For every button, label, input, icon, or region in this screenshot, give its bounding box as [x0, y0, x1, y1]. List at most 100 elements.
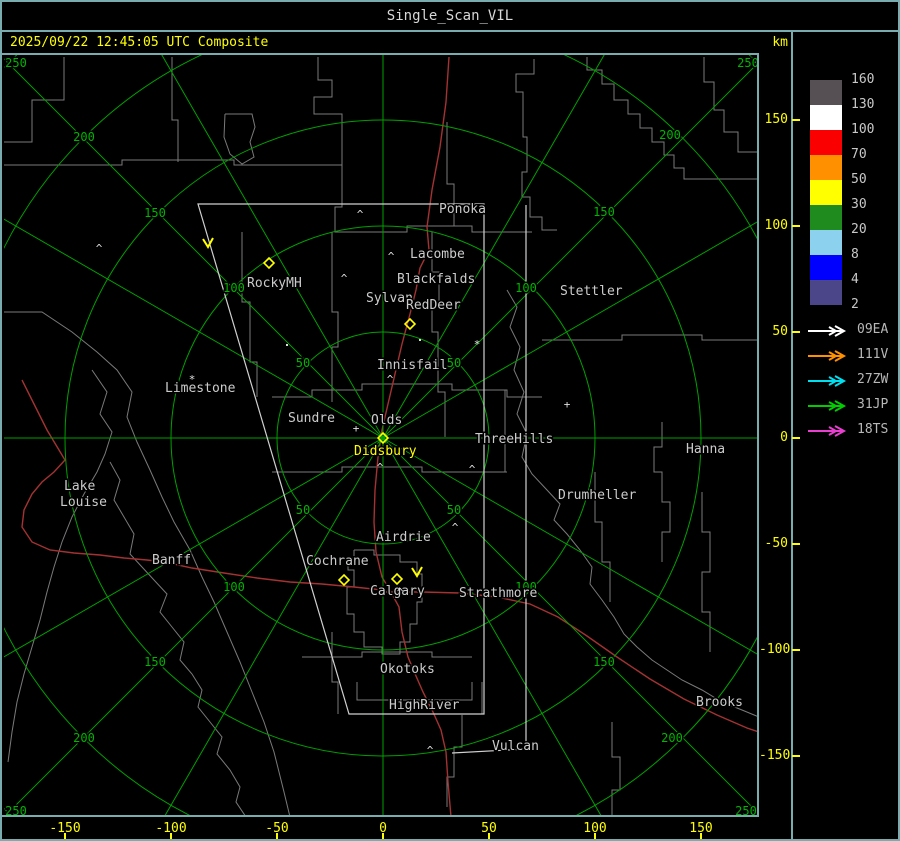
legend-scale-value: 70 [851, 147, 867, 162]
caret-marker-icon: ^ [397, 586, 404, 599]
caret-marker-icon: ^ [387, 373, 394, 386]
bottom-axis-tick [276, 833, 278, 839]
azimuth-radial-240 [164, 437, 384, 815]
legend-color-block [810, 130, 842, 155]
ring-distance-label: 50 [447, 503, 461, 517]
track-arrow-icon [808, 425, 847, 437]
right-axis-tick [792, 543, 800, 545]
legend-color-block [810, 80, 842, 105]
town-label: Cochrane [306, 554, 369, 569]
scan-timestamp: 2025/09/22 12:45:05 UTC Composite [10, 35, 269, 50]
azimuth-radial-150 [4, 218, 384, 439]
right-axis-label: 150 [764, 112, 788, 127]
bottom-axis-tick [488, 833, 490, 839]
legend-color-block [810, 230, 842, 255]
right-axis-tick [792, 437, 800, 439]
county-boundary [653, 422, 671, 562]
ring-distance-label: 50 [447, 356, 461, 370]
town-label: Louise [60, 495, 107, 510]
right-axis-tick [792, 649, 800, 651]
ring-distance-label: 250 [735, 804, 757, 815]
legend-color-block [810, 280, 842, 305]
ring-distance-label: 250 [5, 56, 27, 70]
town-label: Brooks [696, 695, 743, 710]
radar-map-canvas[interactable]: 50 505050100 100100100150 150150150200 20020… [4, 55, 757, 815]
azimuth-radial-330 [382, 437, 757, 655]
town-label: Innisfail [377, 358, 447, 373]
town-label: Blackfalds [397, 272, 475, 287]
town-label: Stettler [560, 284, 623, 299]
ring-distance-label: 250 [737, 56, 757, 70]
right-axis-unit: km [772, 35, 788, 50]
dot-marker-icon [286, 344, 288, 346]
track-id-label: 09EA [857, 322, 889, 337]
caret-marker-icon: ^ [377, 461, 384, 474]
right-axis-tick [792, 755, 800, 757]
legend-scale-value: 20 [851, 222, 867, 237]
town-label: RedDeer [406, 298, 461, 313]
legend-scale-value: 160 [851, 72, 875, 87]
legend-color-block [810, 180, 842, 205]
county-boundary [241, 232, 258, 397]
town-label: Didsbury [354, 444, 417, 459]
caret-marker-icon: ^ [341, 272, 348, 285]
caret-marker-icon: ^ [357, 208, 364, 221]
county-boundary [586, 57, 757, 180]
track-arrow-icon [808, 400, 847, 412]
legend-scale-value: 30 [851, 197, 867, 212]
radar-window: Single_Scan_VIL 2025/09/22 12:45:05 UTC … [0, 0, 900, 841]
title-divider [2, 30, 898, 32]
right-axis-label: 100 [764, 218, 788, 233]
dot-marker-icon [419, 339, 421, 341]
ring-distance-label: 50 [296, 503, 310, 517]
county-boundary [331, 232, 339, 402]
ring-distance-label: 50 [296, 356, 310, 370]
county-boundary [4, 311, 291, 815]
town-label: Banff [152, 553, 191, 568]
right-axis-label: -50 [764, 536, 788, 551]
caret-marker-icon: ^ [452, 521, 459, 534]
county-boundary [109, 461, 246, 815]
caret-marker-icon: ^ [427, 744, 434, 757]
county-boundary [611, 722, 621, 815]
town-label: Sundre [288, 411, 335, 426]
town-label: Vulcan [492, 739, 539, 754]
radar-site-diamond-icon [390, 572, 404, 586]
radar-site-diamond-icon [337, 573, 351, 587]
bottom-axis-tick [64, 833, 66, 839]
town-label: Okotoks [380, 662, 435, 677]
county-boundary [171, 57, 179, 162]
town-label: ThreeHills [475, 432, 553, 447]
county-boundary [334, 165, 532, 233]
county-boundary [272, 383, 542, 398]
legend-scale-value: 2 [851, 297, 859, 312]
right-axis-tick [792, 331, 800, 333]
ring-distance-label: 150 [144, 206, 166, 220]
plus-marker-icon: + [564, 398, 571, 411]
ring-distance-label: 200 [659, 128, 681, 142]
town-label: Olds [371, 413, 402, 428]
ring-distance-label: 100 [223, 580, 245, 594]
asterisk-marker-icon: * [189, 373, 196, 386]
ring-distance-label: 150 [593, 655, 615, 669]
azimuth-radial-120 [161, 55, 384, 439]
track-arrow-icon [808, 375, 847, 387]
map-border-bottom [2, 815, 759, 817]
caret-marker-icon: ^ [388, 250, 395, 263]
right-axis-label: -150 [759, 748, 791, 763]
legend-color-block [810, 105, 842, 130]
ring-distance-label: 150 [144, 655, 166, 669]
right-axis-label: -100 [759, 642, 791, 657]
county-boundary [701, 492, 711, 652]
right-axis-label: 0 [780, 430, 788, 445]
legend-scale-value: 100 [851, 122, 875, 137]
ring-distance-label: 150 [593, 205, 615, 219]
ring-distance-label: 100 [223, 281, 245, 295]
track-id-label: 27ZW [857, 372, 889, 387]
track-arrow-icon [808, 325, 847, 337]
county-boundary [506, 289, 757, 717]
town-label: Ponoka [439, 202, 486, 217]
track-arrow-icon [808, 350, 847, 362]
ring-distance-label: 200 [73, 130, 95, 144]
town-label: Strathmore [459, 586, 537, 601]
